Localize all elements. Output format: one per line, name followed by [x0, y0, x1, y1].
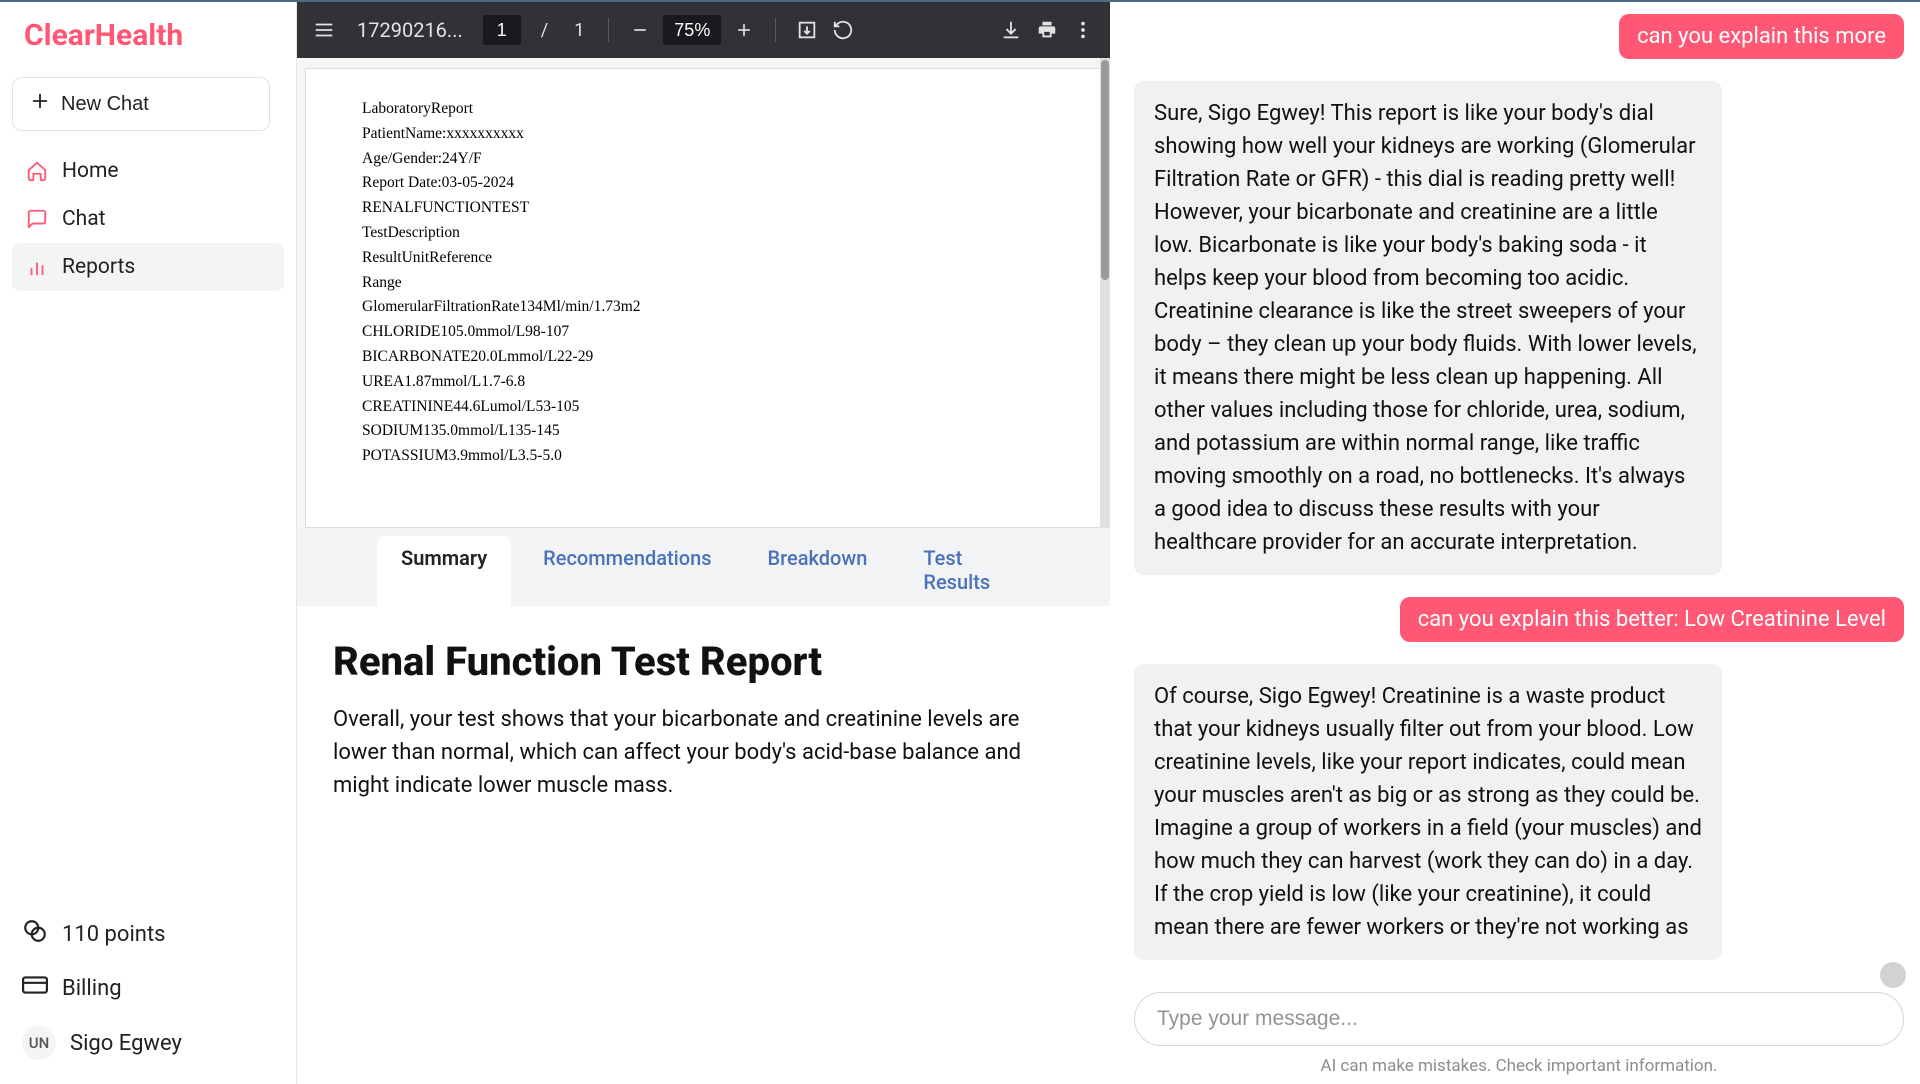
pdf-viewer[interactable]: LaboratoryReportPatientName:xxxxxxxxxxAg…	[297, 58, 1110, 528]
pdf-text-line: POTASSIUM3.9mmol/L3.5-5.0	[362, 444, 1045, 469]
points-label: 110 points	[62, 922, 166, 947]
report-tabs: Summary Recommendations Breakdown Test R…	[297, 528, 1110, 606]
sidebar-item-label: Home	[62, 159, 119, 183]
tab-recommendations[interactable]: Recommendations	[519, 536, 735, 606]
chat-message-ai: Sure, Sigo Egwey! This report is like yo…	[1134, 81, 1722, 575]
sidebar-item-chat[interactable]: Chat	[12, 195, 284, 243]
sidebar-item-label: Reports	[62, 255, 135, 279]
credit-card-icon	[22, 974, 48, 1002]
points-row[interactable]: 110 points	[12, 906, 284, 962]
pdf-text-line: ResultUnitReference	[362, 246, 1045, 271]
pdf-text-line: SODIUM135.0mmol/L135-145	[362, 419, 1045, 444]
pdf-text-line: CHLORIDE105.0mmol/L98-107	[362, 320, 1045, 345]
chat-message-user: can you explain this more	[1619, 14, 1904, 59]
pdf-text-line: Range	[362, 271, 1045, 296]
pdf-page: LaboratoryReportPatientName:xxxxxxxxxxAg…	[305, 68, 1102, 528]
pdf-zoom-input[interactable]	[663, 15, 721, 45]
pdf-text-line: TestDescription	[362, 221, 1045, 246]
new-chat-button[interactable]: New Chat	[12, 77, 270, 131]
pdf-page-input[interactable]	[483, 15, 521, 45]
scroll-indicator-icon	[1880, 962, 1906, 988]
fit-page-icon[interactable]	[794, 17, 820, 43]
chat-message-ai: Of course, Sigo Egwey! Creatinine is a w…	[1134, 664, 1722, 960]
print-icon[interactable]	[1034, 17, 1060, 43]
sidebar-item-label: Chat	[62, 207, 106, 231]
rotate-icon[interactable]	[830, 17, 856, 43]
tab-breakdown[interactable]: Breakdown	[744, 536, 892, 606]
pdf-scrollbar[interactable]	[1100, 58, 1110, 528]
chat-message-user: can you explain this better: Low Creatin…	[1400, 597, 1904, 642]
report-title: Renal Function Test Report	[333, 638, 1074, 685]
pdf-title: 17290216...	[357, 18, 463, 42]
chat-input[interactable]	[1134, 992, 1904, 1046]
pdf-text-line: Age/Gender:24Y/F	[362, 147, 1045, 172]
plus-icon	[29, 90, 51, 118]
billing-label: Billing	[62, 976, 122, 1001]
menu-icon[interactable]	[311, 17, 337, 43]
pdf-text-line: GlomerularFiltrationRate134Ml/min/1.73m2	[362, 295, 1045, 320]
billing-row[interactable]: Billing	[12, 962, 284, 1014]
zoom-in-icon[interactable]	[731, 17, 757, 43]
pdf-text-line: Report Date:03-05-2024	[362, 171, 1045, 196]
user-row[interactable]: UN Sigo Egwey	[12, 1014, 284, 1072]
sidebar: ClearHealth New Chat Home Chat Reports	[0, 2, 296, 1084]
sidebar-item-home[interactable]: Home	[12, 147, 284, 195]
tab-test-results[interactable]: Test Results	[899, 536, 1030, 606]
coins-icon	[22, 918, 48, 950]
zoom-out-icon[interactable]	[627, 17, 653, 43]
pdf-scrollbar-thumb[interactable]	[1101, 60, 1109, 280]
pdf-text-line: UREA1.87mmol/L1.7-6.8	[362, 370, 1045, 395]
pdf-text-line: BICARBONATE20.0Lmmol/L22-29	[362, 345, 1045, 370]
bar-chart-icon	[26, 256, 48, 278]
report-body: Renal Function Test Report Overall, your…	[297, 606, 1110, 1084]
user-name: Sigo Egwey	[70, 1031, 182, 1056]
chat-messages: can you explain this more Sure, Sigo Egwe…	[1134, 14, 1904, 980]
pdf-page-total: 1	[574, 20, 584, 41]
pdf-page-sep: /	[541, 20, 548, 41]
chat-disclaimer: AI can make mistakes. Check important in…	[1134, 1056, 1904, 1076]
pdf-text-line: PatientName:xxxxxxxxxx	[362, 122, 1045, 147]
download-icon[interactable]	[998, 17, 1024, 43]
home-icon	[26, 160, 48, 182]
chat-panel: can you explain this more Sure, Sigo Egwe…	[1110, 2, 1920, 1084]
new-chat-label: New Chat	[61, 93, 149, 116]
tab-summary[interactable]: Summary	[377, 536, 511, 606]
chat-icon	[26, 208, 48, 230]
sidebar-item-reports[interactable]: Reports	[12, 243, 284, 291]
report-summary: Overall, your test shows that your bicar…	[333, 703, 1074, 802]
pdf-text-line: RENALFUNCTIONTEST	[362, 196, 1045, 221]
pdf-text-line: LaboratoryReport	[362, 97, 1045, 122]
pdf-toolbar: 17290216... / 1	[297, 2, 1110, 58]
pdf-text-line: CREATININE44.6Lumol/L53-105	[362, 395, 1045, 420]
brand-logo: ClearHealth	[24, 18, 284, 53]
center-column: 17290216... / 1	[296, 2, 1110, 1084]
avatar: UN	[22, 1026, 56, 1060]
more-icon[interactable]	[1070, 17, 1096, 43]
